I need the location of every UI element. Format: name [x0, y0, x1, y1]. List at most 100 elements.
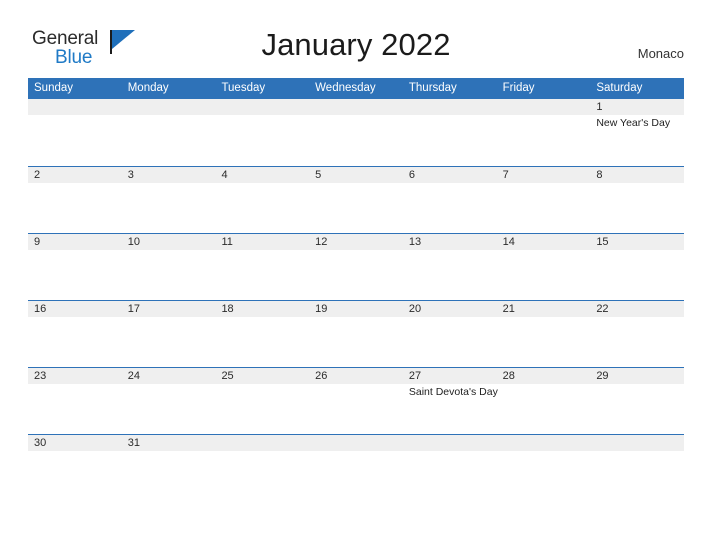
calendar-day-number [309, 435, 403, 451]
calendar-day-number [215, 99, 309, 115]
calendar-day-cell[interactable]: 2 [28, 167, 122, 234]
page-title: January 2022 [261, 27, 451, 62]
calendar-day-number: 1 [596, 101, 603, 113]
calendar-day-cell[interactable]: 25 [215, 368, 309, 435]
calendar-day-number: 24 [127, 370, 140, 382]
calendar-day-cell-empty [215, 435, 309, 502]
weekday-header-thursday: Thursday [408, 82, 457, 94]
calendar-day-number: 18 [221, 303, 234, 315]
calendar-day-number: 8 [596, 169, 603, 181]
calendar-day-number: 9 [34, 236, 41, 248]
calendar-grid: Sunday Monday Tuesday Wednesday Thursday… [28, 78, 684, 501]
calendar-week-row: 30 31 [28, 434, 684, 501]
calendar-day-cell[interactable]: 12 [309, 234, 403, 301]
calendar-day-number: 31 [127, 437, 140, 449]
calendar-week-row: 2 3 4 5 6 7 8 [28, 166, 684, 233]
calendar-day-number [497, 99, 591, 115]
calendar-week-row: 16 17 18 19 20 21 22 [28, 300, 684, 367]
calendar-day-number: 11 [221, 236, 233, 248]
calendar-day-cell-empty [28, 99, 122, 166]
calendar-day-cell[interactable]: 30 [28, 435, 122, 502]
calendar-day-cell[interactable]: 18 [215, 301, 309, 368]
region-label: Monaco [637, 46, 684, 61]
calendar-day-number: 29 [596, 370, 609, 382]
weekday-header-monday: Monday [127, 82, 169, 94]
calendar-day-cell-empty [403, 435, 497, 502]
calendar-day-number [122, 99, 216, 115]
calendar-day-number: 7 [502, 169, 509, 181]
calendar-day-cell[interactable]: 22 [590, 301, 684, 368]
weekday-header-sunday: Sunday [34, 82, 74, 94]
calendar-day-number: 27 [408, 370, 422, 382]
calendar-week-row: 9 10 11 12 13 14 15 [28, 233, 684, 300]
calendar-page: General Blue January 2022 Monaco Sunday … [0, 0, 712, 550]
calendar-day-cell[interactable]: 24 [122, 368, 216, 435]
calendar-day-cell[interactable]: 17 [122, 301, 216, 368]
calendar-day-cell[interactable]: 5 [309, 167, 403, 234]
calendar-day-number: 5 [315, 169, 322, 181]
calendar-day-number: 4 [221, 169, 228, 181]
calendar-day-number: 25 [221, 370, 234, 382]
calendar-day-cell[interactable]: 20 [403, 301, 497, 368]
calendar-day-event: Saint Devota's Day [408, 386, 498, 398]
calendar-day-cell[interactable]: 21 [497, 301, 591, 368]
calendar-day-cell[interactable]: 8 [590, 167, 684, 234]
calendar-day-cell[interactable]: 1 New Year's Day [590, 99, 684, 166]
calendar-weeks: 1 New Year's Day 2 3 4 5 6 7 8 9 10 11 12 13 14 15 16 17 1… [28, 99, 684, 501]
calendar-day-cell[interactable]: 16 [28, 301, 122, 368]
calendar-day-cell-empty [122, 99, 216, 166]
week-day-grid: 9 10 11 12 13 14 15 [28, 234, 684, 301]
calendar-day-number [309, 99, 403, 115]
weekday-header-friday: Friday [502, 82, 535, 94]
calendar-day-number: 19 [315, 303, 328, 315]
week-day-grid: 30 31 [28, 435, 684, 502]
calendar-day-cell[interactable]: 10 [122, 234, 216, 301]
calendar-day-number: 14 [502, 236, 515, 248]
calendar-day-cell-empty [309, 435, 403, 502]
calendar-day-number [403, 99, 497, 115]
calendar-day-cell-empty [309, 99, 403, 166]
calendar-day-number: 20 [408, 303, 422, 315]
calendar-day-number [590, 435, 684, 451]
calendar-day-cell[interactable]: 31 [122, 435, 216, 502]
calendar-day-number: 21 [502, 303, 515, 315]
calendar-day-cell[interactable]: 14 [497, 234, 591, 301]
calendar-day-number [215, 435, 309, 451]
week-day-grid: 2 3 4 5 6 7 8 [28, 167, 684, 234]
calendar-day-cell[interactable]: 27 Saint Devota's Day [403, 368, 498, 435]
calendar-day-cell[interactable]: 4 [215, 167, 309, 234]
calendar-day-cell-empty [590, 435, 684, 502]
calendar-day-cell[interactable]: 19 [309, 301, 403, 368]
calendar-day-number: 16 [34, 303, 47, 315]
calendar-week-row: 1 New Year's Day [28, 99, 684, 166]
calendar-day-cell[interactable]: 29 [590, 368, 684, 435]
calendar-day-number: 2 [34, 169, 41, 181]
calendar-day-cell[interactable]: 11 [215, 234, 309, 301]
calendar-day-cell[interactable]: 3 [122, 167, 216, 234]
calendar-day-number: 22 [596, 303, 609, 315]
calendar-day-number: 30 [34, 437, 47, 449]
weekday-header-wednesday: Wednesday [315, 82, 376, 94]
calendar-day-cell[interactable]: 15 [590, 234, 684, 301]
calendar-day-number: 3 [127, 169, 134, 181]
calendar-day-cell[interactable]: 26 [309, 368, 403, 435]
calendar-day-cell[interactable]: 9 [28, 234, 122, 301]
calendar-day-event: New Year's Day [596, 117, 671, 129]
calendar-day-number [497, 435, 591, 451]
calendar-day-cell-empty [497, 99, 591, 166]
calendar-day-cell-empty [215, 99, 309, 166]
calendar-day-cell[interactable]: 28 [497, 368, 591, 435]
calendar-day-number: 23 [34, 370, 47, 382]
week-day-grid: 23 24 25 26 27 Saint Devota's Day 28 29 [28, 368, 684, 435]
calendar-day-cell[interactable]: 23 [28, 368, 122, 435]
week-day-grid: 1 New Year's Day [28, 99, 684, 166]
calendar-day-number [28, 99, 122, 115]
calendar-day-cell[interactable]: 13 [403, 234, 497, 301]
calendar-day-number: 6 [408, 169, 415, 181]
calendar-day-number: 13 [408, 236, 422, 248]
calendar-day-number: 12 [315, 236, 328, 248]
calendar-day-cell[interactable]: 7 [497, 167, 591, 234]
weekday-header-tuesday: Tuesday [221, 82, 266, 94]
calendar-day-cell[interactable]: 6 [403, 167, 497, 234]
calendar-day-number: 15 [596, 236, 609, 248]
